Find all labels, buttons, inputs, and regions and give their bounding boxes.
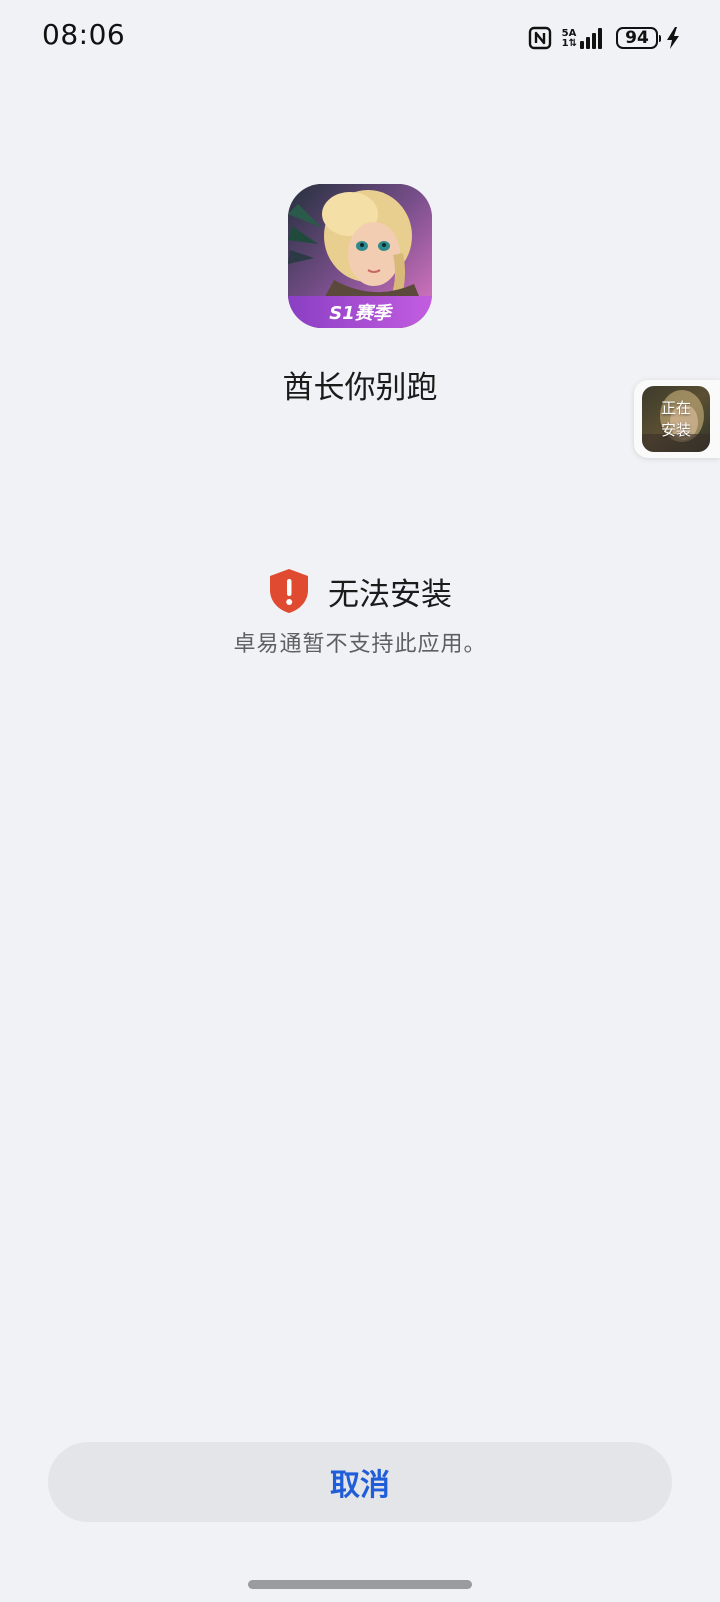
installing-label-line1: 正在 xyxy=(660,399,691,417)
network-activity: 1⇅ xyxy=(561,38,577,49)
app-icon-badge: S1赛季 xyxy=(329,303,393,324)
home-indicator[interactable] xyxy=(248,1580,472,1589)
battery-level: 94 xyxy=(625,28,649,48)
status-time: 08:06 xyxy=(42,18,126,51)
installing-label-line2: 安装 xyxy=(660,421,691,439)
network-indicator: 5A 1⇅ xyxy=(562,27,606,49)
error-title: 无法安装 xyxy=(328,576,452,613)
charging-bolt-icon xyxy=(667,27,679,49)
error-heading: 无法安装 xyxy=(0,568,720,614)
cancel-button[interactable]: 取消 xyxy=(48,1442,672,1522)
status-bar: 08:06 5A 1⇅ 94 xyxy=(0,0,720,74)
app-icon: S1赛季 xyxy=(288,184,432,328)
warning-shield-icon xyxy=(270,569,308,613)
app-name: 酋长你别跑 xyxy=(282,370,438,406)
nfc-icon xyxy=(528,26,551,50)
app-artwork: S1赛季 xyxy=(288,184,432,328)
installing-app-thumbnail: 正在 安装 xyxy=(642,386,710,452)
installing-label: 正在 安装 xyxy=(642,386,710,452)
installing-chip[interactable]: 正在 安装 xyxy=(634,380,720,458)
signal-icon xyxy=(580,28,602,49)
error-description: 卓易通暂不支持此应用。 xyxy=(233,632,487,657)
network-label: 5A 1⇅ xyxy=(562,29,577,49)
status-icons: 5A 1⇅ 94 xyxy=(528,22,680,54)
battery-icon: 94 xyxy=(616,27,661,49)
